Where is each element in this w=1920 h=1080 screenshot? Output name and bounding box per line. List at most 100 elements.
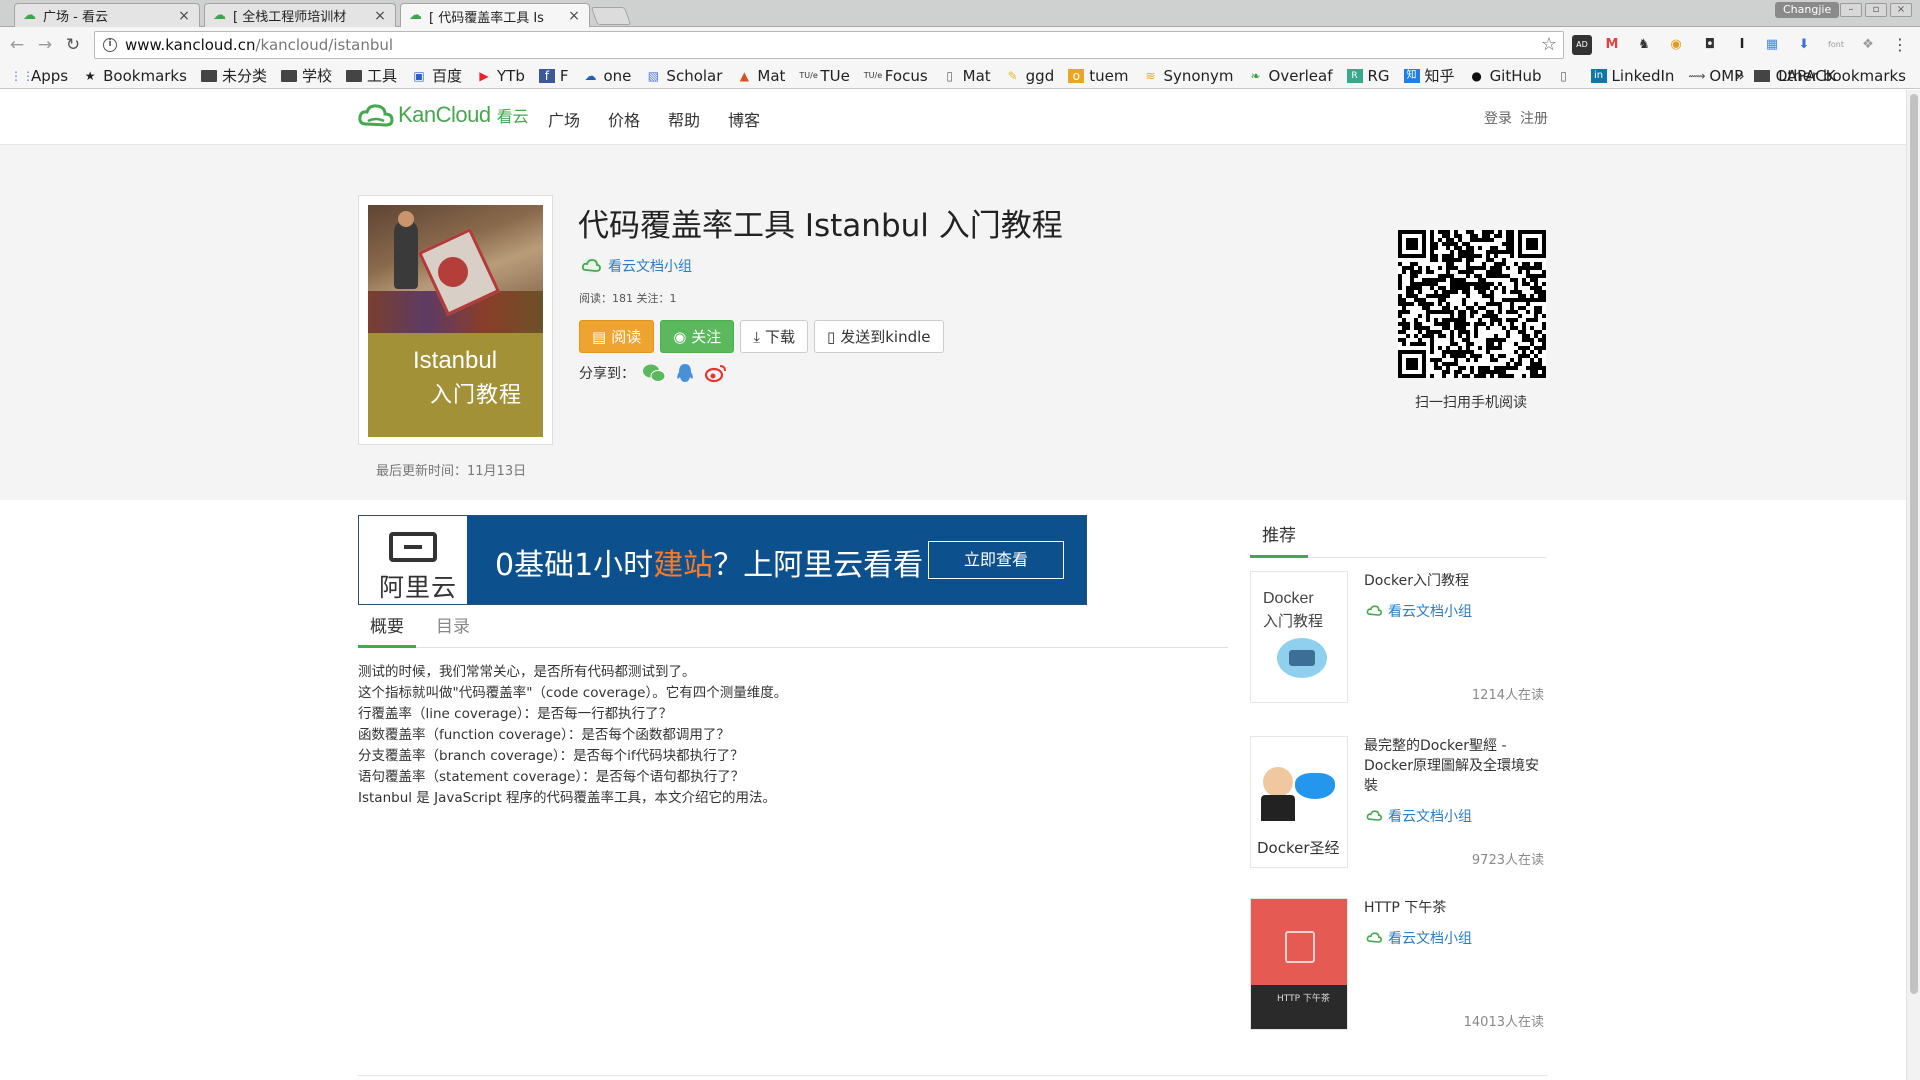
- bookmark-youtube[interactable]: ▶ YTb: [476, 67, 524, 85]
- nav-blog[interactable]: 博客: [728, 107, 760, 131]
- last-updated: 最后更新时间：11月13日: [376, 464, 527, 479]
- page-icon: ▯: [1560, 68, 1567, 83]
- bookmark-baidu[interactable]: ▣ 百度: [411, 65, 462, 86]
- download-label: 下载: [764, 328, 795, 346]
- eye-icon: ◉: [673, 327, 687, 346]
- minimize-icon[interactable]: –: [1840, 3, 1862, 17]
- author-group[interactable]: 看云文档小组: [580, 256, 692, 276]
- gmail-extension-icon[interactable]: M: [1602, 35, 1622, 55]
- github-icon: ●: [1471, 68, 1482, 83]
- description-line: 这个指标就叫做"代码覆盖率"（code coverage）。它有四个测量维度。: [358, 685, 788, 701]
- send-to-kindle-button[interactable]: ▯ 发送到kindle: [813, 320, 944, 353]
- follow-button[interactable]: ◉ 关注: [660, 320, 735, 353]
- download-extension-icon[interactable]: ⬇: [1794, 35, 1814, 55]
- nav-plaza[interactable]: 广场: [548, 107, 580, 131]
- close-tab-icon[interactable]: ×: [567, 8, 581, 24]
- bookmark-tuem[interactable]: o tuem: [1068, 67, 1128, 85]
- tab-strip: ☁ 广场 - 看云 × ☁ [ 全栈工程师培训材 × ☁ [ 代码覆盖率工具 I…: [0, 0, 1920, 28]
- close-tab-icon[interactable]: ×: [177, 8, 191, 24]
- bookmark-scholar[interactable]: ▧ Scholar: [645, 66, 723, 85]
- read-label: 阅读: [611, 328, 642, 346]
- bookmark-linkedin[interactable]: in LinkedIn: [1590, 67, 1674, 85]
- reload-icon[interactable]: ↻: [62, 34, 84, 56]
- bookmark-facebook[interactable]: fF: [538, 67, 569, 85]
- instapaper-extension-icon[interactable]: I: [1732, 35, 1752, 55]
- download-button[interactable]: ⤓ 下载: [740, 320, 808, 353]
- read-button[interactable]: ▤ 阅读: [579, 320, 655, 353]
- bookmark-ggd[interactable]: ✎ ggd: [1005, 67, 1055, 85]
- qq-icon[interactable]: [673, 362, 697, 384]
- back-icon[interactable]: ←: [6, 34, 28, 56]
- book-cover[interactable]: Istanbul 入门教程: [358, 195, 553, 445]
- profile-button[interactable]: Changjie: [1775, 2, 1840, 18]
- tab-toc[interactable]: 目录: [424, 610, 482, 648]
- browser-tab[interactable]: ☁ 广场 - 看云 ×: [14, 3, 200, 27]
- close-tab-icon[interactable]: ×: [373, 8, 387, 24]
- bookmark-github[interactable]: ● GitHub: [1469, 67, 1541, 85]
- site-info-icon[interactable]: i: [103, 38, 117, 52]
- group-name: 看云文档小组: [1388, 809, 1472, 825]
- bookmark-star-icon[interactable]: ☆: [1541, 34, 1557, 55]
- other-bookmarks[interactable]: Other bookmarks: [1753, 67, 1906, 85]
- close-window-icon[interactable]: ×: [1890, 3, 1912, 17]
- adblock-extension-icon[interactable]: AD: [1572, 35, 1592, 55]
- bookmark-zhihu[interactable]: 知知乎: [1403, 65, 1455, 86]
- recommend-cover: Docker 入门教程: [1250, 571, 1348, 703]
- login-link[interactable]: 登录: [1484, 108, 1512, 128]
- bookmark-bookmarks[interactable]: ★ Bookmarks: [82, 67, 187, 85]
- recommend-item[interactable]: Docker 入门教程 Docker入门教程 看云文档小组 1214人在读: [1250, 571, 1546, 703]
- recommend-item[interactable]: HTTP 下午茶 HTTP 下午茶 看云文档小组 14013人在读: [1250, 898, 1546, 1030]
- url-path: /kancloud/istanbul: [255, 36, 394, 54]
- bookmark-folder[interactable]: 未分类: [200, 65, 267, 86]
- bookmark-focus[interactable]: TU/e Focus: [864, 67, 928, 85]
- ad-cta-button[interactable]: 立即查看: [928, 541, 1064, 579]
- scrollbar-thumb[interactable]: [1910, 94, 1918, 994]
- page-scrollbar[interactable]: [1906, 90, 1920, 1080]
- address-bar[interactable]: i www.kancloud.cn /kancloud/istanbul ☆: [94, 31, 1564, 59]
- maximize-icon[interactable]: ▫: [1865, 3, 1887, 17]
- bookmark-rg[interactable]: R RG: [1346, 67, 1390, 85]
- overleaf-icon: ❧: [1250, 68, 1261, 83]
- bookmark-label: TUe: [820, 66, 850, 85]
- description-line: 语句覆盖率（statement coverage）：是否每个语句都执行了？: [358, 769, 745, 785]
- group-cloud-icon: [1366, 810, 1383, 821]
- dropbox-extension-icon[interactable]: ❖: [1858, 35, 1878, 55]
- bookmark-apps[interactable]: ⋮⋮ Apps: [10, 67, 68, 85]
- aliyun-ad-banner[interactable]: 阿里云 0基础1小时建站？上阿里云看看 立即查看: [358, 515, 1087, 605]
- register-link[interactable]: 注册: [1520, 108, 1548, 128]
- tab-overview[interactable]: 概要: [358, 610, 416, 648]
- weibo-icon[interactable]: [704, 362, 728, 384]
- bookmark-synonym[interactable]: ≋ Synonym: [1142, 67, 1233, 85]
- bookmark-folder[interactable]: 学校: [280, 65, 332, 86]
- bookmark-mat[interactable]: ▲ Mat: [736, 67, 786, 85]
- browser-tab-active[interactable]: ☁ [ 代码覆盖率工具 Is ×: [400, 3, 590, 28]
- bookmark-mat2[interactable]: ▯ Mat: [942, 67, 990, 85]
- recommend-name: HTTP 下午茶: [1364, 900, 1447, 916]
- nav-help[interactable]: 帮助: [668, 107, 700, 131]
- aliyun-brand: 阿里云: [379, 573, 458, 602]
- omp-icon: ⟿: [1688, 68, 1706, 83]
- bookmark-tue[interactable]: TU/e TUe: [799, 67, 849, 85]
- bookmarks-overflow-icon[interactable]: »: [1735, 66, 1745, 85]
- chrome-extension-icon[interactable]: ◉: [1666, 35, 1686, 55]
- star-icon: ★: [84, 68, 96, 83]
- browser-tab[interactable]: ☁ [ 全栈工程师培训材 ×: [204, 3, 396, 27]
- wechat-icon[interactable]: [642, 362, 666, 384]
- recommend-item[interactable]: Docker圣经 最完整的Docker聖經 - Docker原理圖解及全環境安裝…: [1250, 736, 1546, 868]
- bookmark-label: Scholar: [666, 66, 723, 85]
- kancloud-logo[interactable]: KanCloud 看云: [358, 102, 529, 128]
- bookmark-onedrive[interactable]: ☁ one: [583, 67, 632, 85]
- bookmark-page[interactable]: ▯: [1556, 69, 1577, 83]
- forward-icon[interactable]: →: [34, 34, 56, 56]
- google-translate-extension-icon[interactable]: ▦: [1762, 35, 1782, 55]
- font-extension-icon[interactable]: font: [1826, 35, 1846, 55]
- bookmark-folder[interactable]: 工具: [345, 65, 397, 86]
- new-tab-button[interactable]: [590, 7, 632, 25]
- menu-icon[interactable]: ⋮: [1890, 35, 1910, 55]
- docker-box-icon: [1289, 650, 1315, 666]
- bookmark-overleaf[interactable]: ❧ Overleaf: [1248, 67, 1333, 85]
- nav-pricing[interactable]: 价格: [608, 107, 640, 131]
- evernote-extension-icon[interactable]: ♞: [1634, 35, 1654, 55]
- pocket-extension-icon[interactable]: ◘: [1700, 35, 1720, 55]
- group-cloud-icon: [1366, 605, 1383, 616]
